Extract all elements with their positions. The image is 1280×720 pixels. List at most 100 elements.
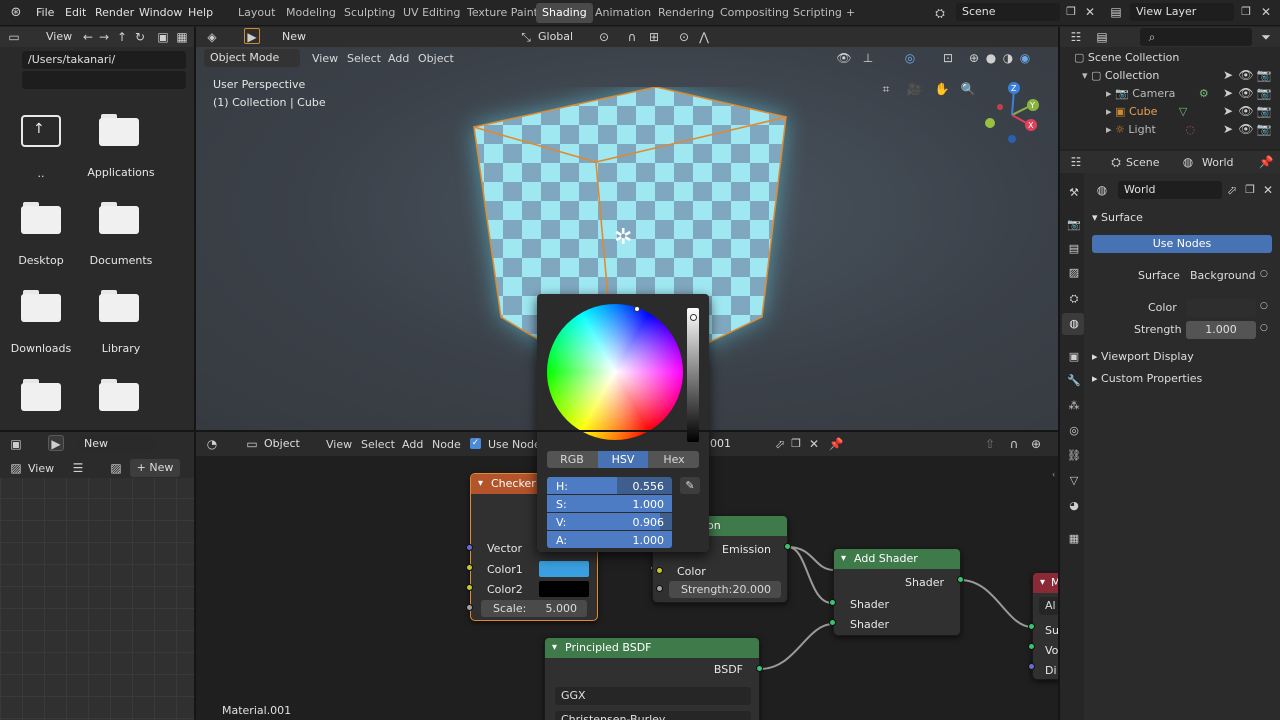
play-icon[interactable]: ▶ — [48, 435, 64, 451]
pan-hand-icon[interactable]: ✋ — [934, 81, 950, 97]
list-icon[interactable]: ☰ — [70, 460, 86, 476]
viewport-menu-add[interactable]: Add — [388, 52, 409, 65]
toggle-camera-icon[interactable]: ⌗ — [878, 81, 894, 97]
folder-icon[interactable] — [99, 114, 139, 146]
view-layer-field[interactable]: View Layer — [1130, 3, 1234, 21]
view-layer-icon[interactable]: ▤ — [1108, 4, 1124, 20]
overlays-icon[interactable]: ◎ — [902, 50, 918, 66]
area-divider[interactable] — [0, 430, 1058, 432]
world-color-swatch[interactable] — [1186, 299, 1256, 317]
folder-icon[interactable] — [99, 379, 139, 411]
render-toggle-icon[interactable]: 📷 — [1256, 85, 1272, 101]
value-field[interactable]: V: 0.906 — [547, 513, 672, 530]
editor-type-icon[interactable]: ▭ — [6, 29, 22, 45]
physics-tab-icon[interactable]: ◎ — [1066, 423, 1082, 439]
visibility-toggle-icon[interactable]: 👁 — [1238, 121, 1254, 137]
render-toggle-icon[interactable]: 📷 — [1256, 121, 1272, 137]
transform-orientation-icon[interactable]: ⤡ — [518, 29, 534, 45]
viewport-menu-select[interactable]: Select — [347, 52, 381, 65]
display-mode-icon[interactable]: ▦ — [174, 29, 190, 45]
material-output-title[interactable]: M — [1033, 573, 1058, 593]
delete-view-layer-icon[interactable]: ✕ — [1258, 4, 1274, 20]
area-divider[interactable] — [194, 27, 196, 720]
scene-tab-icon[interactable]: ⛭ — [1108, 154, 1124, 170]
selectable-toggle-icon[interactable]: ➤ — [1220, 67, 1236, 83]
add-workspace-button[interactable]: + — [840, 3, 861, 23]
forward-icon[interactable]: → — [96, 29, 112, 45]
add-shader-output-socket[interactable] — [957, 576, 964, 583]
editor-type-icon[interactable]: ☷ — [1068, 29, 1084, 45]
strength-socket-icon[interactable]: ○ — [1260, 323, 1268, 333]
tool-tab-icon[interactable]: ⚒ — [1066, 185, 1082, 201]
new-scene-icon[interactable]: ❐ — [1063, 4, 1079, 20]
new-folder-icon[interactable]: ▣ — [155, 29, 171, 45]
value-slider-cursor[interactable] — [690, 314, 697, 321]
zoom-icon[interactable]: 🔍 — [960, 81, 976, 97]
select-tool-icon[interactable]: ▶ — [244, 28, 260, 44]
color-socket-icon[interactable]: ○ — [1260, 301, 1268, 311]
pin-icon[interactable]: 📌 — [1258, 154, 1274, 170]
visibility-toggle-icon[interactable]: 👁 — [1238, 67, 1254, 83]
rendered-shading-icon[interactable]: ◉ — [1017, 50, 1033, 66]
emission-color-socket[interactable] — [656, 567, 663, 574]
output-displacement-socket[interactable] — [1028, 663, 1035, 670]
emission-output-socket[interactable] — [784, 543, 791, 550]
pivot-icon[interactable]: ⊙ — [596, 29, 612, 45]
parent-dir-icon[interactable]: ↑ — [114, 29, 130, 45]
display-mode-icon[interactable]: ▤ — [1094, 29, 1110, 45]
world-properties-icon[interactable]: ◍ — [1066, 316, 1082, 332]
outliner-scene-collection[interactable]: ▢ Scene Collection — [1074, 49, 1179, 67]
constraints-tab-icon[interactable]: ⛓ — [1066, 448, 1082, 464]
tab-shading[interactable]: Shading — [536, 3, 593, 23]
surface-value-field[interactable]: Background — [1186, 267, 1258, 285]
outliner-collection[interactable]: ▾ ▢ Collection — [1082, 67, 1159, 85]
vector-input-socket[interactable] — [466, 544, 473, 551]
output-target-dropdown[interactable]: Al — [1039, 597, 1058, 615]
filter-icon[interactable]: ⏷ — [1258, 29, 1274, 45]
tab-modeling[interactable]: Modeling — [280, 3, 342, 23]
editor-type-icon[interactable]: ▣ — [8, 436, 24, 452]
world-tab-icon[interactable]: ◍ — [1180, 154, 1196, 170]
render-toggle-icon[interactable]: 📷 — [1256, 67, 1272, 83]
tab-layout[interactable]: Layout — [232, 3, 281, 23]
falloff-icon[interactable]: ⋀ — [696, 29, 712, 45]
distribution-dropdown[interactable]: GGX — [555, 687, 751, 705]
transform-orientation-dropdown[interactable]: Global — [538, 30, 573, 43]
image-new-dropdown[interactable]: New — [78, 435, 156, 453]
tab-texture-paint[interactable]: Texture Paint — [461, 3, 544, 23]
tab-sculpting[interactable]: Sculpting — [338, 3, 401, 23]
wireframe-shading-icon[interactable]: ⊕ — [966, 50, 982, 66]
tab-rgb[interactable]: RGB — [547, 451, 597, 468]
surface-socket-icon[interactable]: ○ — [1260, 269, 1268, 279]
principled-bsdf-title[interactable]: Principled BSDF — [545, 638, 759, 658]
use-nodes-button[interactable]: Use Nodes — [1092, 235, 1272, 253]
material-tab-icon[interactable]: ◕ — [1066, 498, 1082, 514]
saturation-field[interactable]: S: 1.000 — [547, 495, 672, 512]
new-image-button[interactable]: + New — [130, 459, 180, 477]
visibility-icon[interactable]: 👁 — [836, 50, 852, 66]
output-surface-socket[interactable] — [1028, 623, 1035, 630]
add-shader-input2-socket[interactable] — [829, 619, 836, 626]
color2-input-socket[interactable] — [466, 584, 473, 591]
sidebar-toggle-icon[interactable]: ‹ — [1052, 470, 1056, 480]
eyedropper-icon[interactable]: ✎ — [680, 477, 700, 494]
delete-scene-icon[interactable]: ✕ — [1082, 4, 1098, 20]
gizmo-icon[interactable]: ⊥ — [860, 50, 876, 66]
material-output-node[interactable]: M Al Su Vo Di — [1032, 572, 1058, 680]
scene-tab-label[interactable]: Scene — [1126, 156, 1160, 169]
filename-field[interactable] — [22, 71, 186, 89]
alpha-field[interactable]: A: 1.000 — [547, 531, 672, 548]
editor-type-icon[interactable]: ☷ — [1068, 154, 1084, 170]
folder-icon[interactable] — [21, 379, 61, 411]
new-view-layer-icon[interactable]: ❐ — [1238, 4, 1254, 20]
scene-icon[interactable]: ⛭ — [932, 5, 948, 21]
selectable-toggle-icon[interactable]: ➤ — [1220, 121, 1236, 137]
menu-window[interactable]: Window — [139, 0, 182, 26]
color2-swatch[interactable] — [539, 581, 589, 597]
surface-panel-header[interactable]: ▾ Surface — [1092, 211, 1143, 224]
parent-folder-icon[interactable]: ↑ — [21, 115, 61, 147]
particles-tab-icon[interactable]: ⁂ — [1066, 398, 1082, 414]
color1-input-socket[interactable] — [466, 564, 473, 571]
color1-swatch[interactable] — [539, 561, 589, 577]
outliner-item-cube[interactable]: ▸ ▣ Cube ▽ — [1106, 103, 1187, 121]
